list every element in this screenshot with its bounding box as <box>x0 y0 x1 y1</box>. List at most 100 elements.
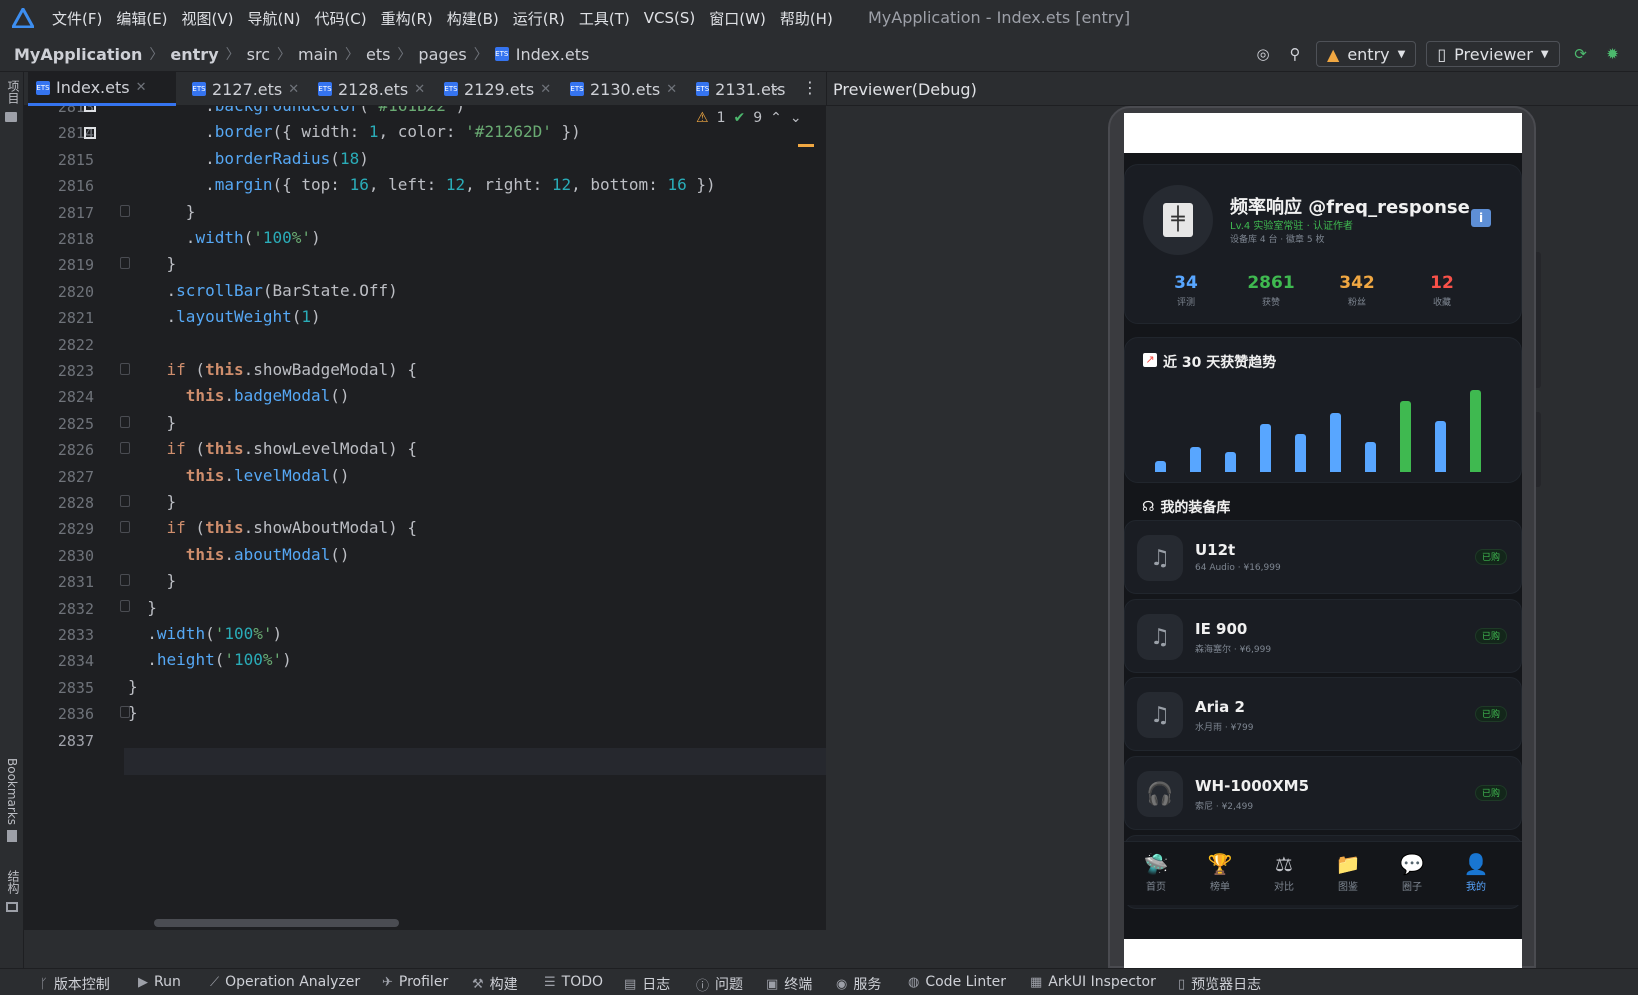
profiler-button[interactable]: ✈ Profiler <box>382 974 448 990</box>
operation-analyzer-button[interactable]: ⟋ Operation Analyzer <box>210 974 360 990</box>
terminal-button[interactable]: ▣ 终端 <box>766 974 812 994</box>
tab-compare[interactable]: ⚖ 对比 <box>1254 850 1314 893</box>
button-label: 构建 <box>489 977 518 993</box>
arkui-inspector-button[interactable]: ▦ ArkUI Inspector <box>1030 974 1156 990</box>
menu-code[interactable]: 代码(C) <box>314 8 366 29</box>
chart-up-icon: ↗ <box>1143 353 1157 367</box>
button-label: Operation Analyzer <box>225 974 361 990</box>
previewer-select[interactable]: ▯ Previewer ▼ <box>1426 41 1560 67</box>
button-label: Profiler <box>398 974 449 990</box>
target-icon[interactable]: ◎ <box>1252 43 1274 65</box>
code-editor[interactable]: 2813 2814 2815 2816 2817 2818 2819 2820 … <box>24 106 826 930</box>
bookmark-icon[interactable] <box>7 830 17 842</box>
tab-2128-ets[interactable]: ETS 2128.ets ✕ <box>310 72 433 106</box>
music-note-icon: ♫ <box>1137 692 1183 738</box>
chevron-up-icon[interactable]: ⌃ <box>770 110 782 126</box>
build-button[interactable]: ⚒ 构建 <box>472 974 518 994</box>
version-control-button[interactable]: ᚴ 版本控制 <box>40 974 110 994</box>
device-manager-icon[interactable]: ⚲ <box>1284 43 1306 65</box>
breadcrumb-main[interactable]: main <box>298 45 338 64</box>
debug-bug-icon[interactable]: ✹ <box>1602 43 1624 65</box>
menu-help[interactable]: 帮助(H) <box>780 8 833 29</box>
menu-view[interactable]: 视图(V) <box>182 8 234 29</box>
menu-window[interactable]: 窗口(W) <box>709 8 766 29</box>
phone-screen[interactable]: ╪ 频率响应 @freq_response Lv.4 实验室常驻 · 认证作者 … <box>1124 113 1522 968</box>
menu-navigate[interactable]: 导航(N) <box>248 8 301 29</box>
menu-tools[interactable]: 工具(T) <box>579 8 630 29</box>
trend-bar <box>1365 442 1376 472</box>
code-linter-button[interactable]: ◍ Code Linter <box>908 974 1006 990</box>
horizontal-scrollbar[interactable] <box>154 919 399 927</box>
gear-item[interactable]: ♫ Aria 2 水月雨 · ¥799 已购 <box>1124 677 1522 751</box>
equalizer-icon: ╪ <box>1163 203 1193 237</box>
ets-file-icon: ETS <box>696 82 710 96</box>
gear-item[interactable]: ♫ U12t 64 Audio · ¥16,999 已购 <box>1124 520 1522 594</box>
previewer-log-button[interactable]: ▯ 预览器日志 <box>1178 974 1261 994</box>
gear-item[interactable]: 🎧 WH-1000XM5 索尼 · ¥2,499 已购 <box>1124 756 1522 830</box>
breadcrumb-ets[interactable]: ets <box>366 45 390 64</box>
inspection-widget[interactable]: ⚠ 1 ✔ 9 ⌃ ⌄ <box>696 110 802 126</box>
folder-icon: 📁 <box>1335 852 1361 876</box>
warning-stripe-marker[interactable] <box>798 144 814 147</box>
problems-button[interactable]: ⓘ 问题 <box>696 974 743 994</box>
module-select[interactable]: ▲ entry ▼ <box>1316 41 1417 67</box>
menu-build[interactable]: 构建(B) <box>447 8 499 29</box>
folder-icon[interactable] <box>5 112 17 122</box>
more-vertical-icon[interactable]: ⋮ <box>802 78 818 97</box>
tab-mine[interactable]: 👤 我的 <box>1446 850 1506 893</box>
ets-file-icon: ETS <box>192 82 206 96</box>
close-icon[interactable]: ✕ <box>288 82 299 97</box>
ets-file-icon: ETS <box>318 82 332 96</box>
todo-button[interactable]: ☰ TODO <box>544 974 603 990</box>
stat-value-followers: 342 <box>1339 273 1375 293</box>
menu-refactor[interactable]: 重构(R) <box>381 8 433 29</box>
tab-2127-ets[interactable]: ETS 2127.ets ✕ <box>184 72 307 106</box>
code-line: .borderRadius(18) <box>128 149 369 168</box>
tab-2129-ets[interactable]: ETS 2129.ets ✕ <box>436 72 559 106</box>
button-label: TODO <box>561 974 604 990</box>
structure-icon[interactable] <box>6 902 18 912</box>
gear-item[interactable]: ♫ IE 900 森海塞尔 · ¥6,999 已购 <box>1124 599 1522 673</box>
breadcrumb-file[interactable]: Index.ets <box>516 45 590 64</box>
profile-level[interactable]: Lv.4 实验室常驻 · 认证作者 <box>1230 217 1353 232</box>
breadcrumb-module[interactable]: entry <box>170 45 218 64</box>
menu-vcs[interactable]: VCS(S) <box>644 9 695 27</box>
tab-rankings[interactable]: 🏆 榜单 <box>1190 850 1250 893</box>
close-icon[interactable]: ✕ <box>666 82 677 97</box>
close-icon[interactable]: ✕ <box>540 82 551 97</box>
avatar[interactable]: ╪ <box>1143 185 1213 255</box>
breadcrumb: MyApplication 〉 entry 〉 src 〉 main 〉 ets 〉 pa… <box>14 36 589 72</box>
close-icon[interactable]: ✕ <box>136 80 147 95</box>
line-number: 2829 <box>57 520 94 538</box>
menu-edit[interactable]: 编辑(E) <box>116 8 167 29</box>
code-line: } <box>128 413 177 432</box>
tool-window-bar: ᚴ 版本控制 ▶ Run ⟋ Operation Analyzer ✈ Profiler… <box>0 968 1638 995</box>
log-button[interactable]: ▤ 日志 <box>624 974 670 994</box>
bookmarks-tool-label[interactable]: Bookmarks <box>5 758 19 825</box>
breadcrumb-src[interactable]: src <box>247 45 270 64</box>
tab-home[interactable]: 🛸 首页 <box>1126 850 1186 893</box>
breadcrumb-pages[interactable]: pages <box>418 45 466 64</box>
tab-index-ets[interactable]: ETS Index.ets ✕ <box>28 72 176 106</box>
close-icon[interactable]: ✕ <box>414 82 425 97</box>
structure-tool-label[interactable]: 结构 <box>5 870 22 894</box>
breadcrumb-project[interactable]: MyApplication <box>14 45 142 64</box>
menu-run[interactable]: 运行(R) <box>513 8 565 29</box>
tab-2130-ets[interactable]: ETS 2130.ets ✕ <box>562 72 685 106</box>
line-number: 2831 <box>57 573 94 591</box>
refresh-icon[interactable]: ⟳ <box>1570 43 1592 65</box>
chevron-down-icon[interactable]: ⌄ <box>790 110 802 126</box>
run-button[interactable]: ▶ Run <box>138 974 181 990</box>
caret-down-icon: ▼ <box>1397 48 1406 60</box>
branch-icon: ᚴ <box>40 976 48 992</box>
info-icon[interactable]: i <box>1471 209 1491 227</box>
tab-catalog[interactable]: 📁 图鉴 <box>1318 850 1378 893</box>
color-swatch-icon[interactable] <box>84 127 96 139</box>
services-button[interactable]: ◉ 服务 <box>836 974 881 994</box>
tab-community[interactable]: 💬 圈子 <box>1382 850 1442 893</box>
menu-file[interactable]: 文件(F) <box>52 8 102 29</box>
line-number: 2824 <box>57 388 94 406</box>
color-swatch-icon[interactable] <box>84 106 96 112</box>
project-tool-label[interactable]: 项目 <box>5 80 22 104</box>
tab-overflow-chevron-icon[interactable]: ⌄ <box>770 80 781 95</box>
